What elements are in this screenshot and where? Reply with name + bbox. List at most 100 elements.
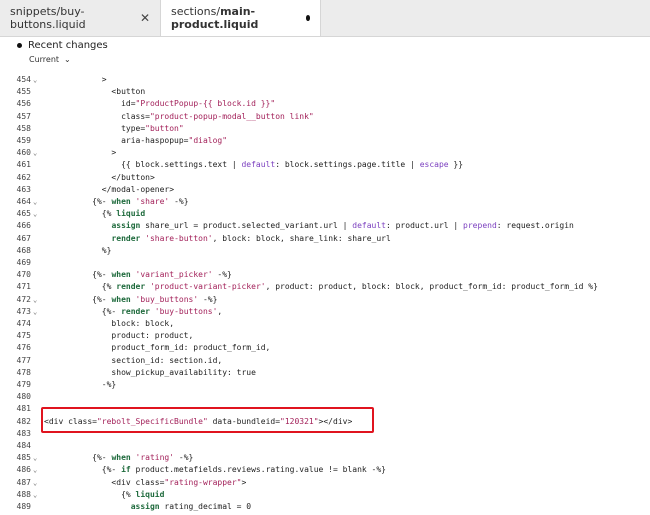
code-line[interactable]: 486 ⌄ {%- if product.metafields.reviews.r… xyxy=(0,464,650,476)
code-line[interactable]: 455 <button xyxy=(0,86,650,98)
code-text: {%- when 'share' -%} xyxy=(44,197,189,206)
code-line[interactable]: 479 -%} xyxy=(0,379,650,391)
code-text: show_pickup_availability: true xyxy=(44,367,256,377)
line-number: 489 xyxy=(16,502,31,511)
code-text: section_id: section.id, xyxy=(44,355,223,365)
code-line[interactable]: 469 xyxy=(0,257,650,269)
code-line[interactable]: 483 xyxy=(0,428,650,440)
line-number: 467 xyxy=(16,233,31,243)
code-text: > xyxy=(44,75,107,84)
line-number: 486 xyxy=(16,465,31,475)
code-text: product_form_id: product_form_id, xyxy=(44,343,271,353)
code-line[interactable]: 454 ⌄ > xyxy=(0,74,650,86)
code-text: <div class="rebolt_SpecificBundle" data-… xyxy=(44,416,353,426)
fold-chevron-icon[interactable]: ⌄ xyxy=(33,464,37,476)
recent-changes-title: Recent changes xyxy=(17,40,108,51)
code-line[interactable]: 461 {{ block.settings.text | default: bl… xyxy=(0,159,650,171)
fold-chevron-icon[interactable]: ⌄ xyxy=(33,477,37,489)
editor-tab-bar: snippets/buy-buttons.liquid ✕ sections/m… xyxy=(0,0,650,37)
line-number: 480 xyxy=(16,392,31,402)
line-number: 477 xyxy=(16,355,31,365)
tab-main-product[interactable]: sections/main-product.liquid xyxy=(161,0,321,36)
code-line[interactable]: 466 assign share_url = product.selected_… xyxy=(0,220,650,232)
code-line[interactable]: 460 ⌄ > xyxy=(0,147,650,159)
code-line[interactable]: 467 render 'share-button', block: block,… xyxy=(0,233,650,245)
line-number: 478 xyxy=(16,367,31,377)
line-number: 455 xyxy=(16,87,31,97)
line-number: 475 xyxy=(16,331,31,341)
code-text: <button xyxy=(44,87,146,97)
fold-chevron-icon[interactable]: ⌄ xyxy=(33,489,37,501)
code-line[interactable]: 474 block: block, xyxy=(0,318,650,330)
fold-chevron-icon[interactable]: ⌄ xyxy=(33,74,37,86)
line-number: 488 xyxy=(16,489,31,499)
code-line[interactable]: 476 product_form_id: product_form_id, xyxy=(0,342,650,354)
line-number: 464 xyxy=(16,197,31,206)
line-number: 454 xyxy=(16,75,31,84)
code-text: {%- when 'rating' -%} xyxy=(44,453,194,463)
code-line[interactable]: 487 ⌄ <div class="rating-wrapper"> xyxy=(0,477,650,489)
tab-buy-buttons[interactable]: snippets/buy-buttons.liquid ✕ xyxy=(0,0,161,36)
line-number: 458 xyxy=(16,123,31,133)
code-text: assign rating_decimal = 0 xyxy=(130,502,252,511)
code-line[interactable]: 457 class="product-popup-modal__button l… xyxy=(0,111,650,123)
code-text: {% liquid xyxy=(44,489,165,499)
line-number: 476 xyxy=(16,343,31,353)
fold-chevron-icon[interactable]: ⌄ xyxy=(33,147,37,159)
code-line[interactable]: 473 ⌄ {%- render 'buy-buttons', xyxy=(0,306,650,318)
code-line[interactable]: 488 ⌄ {% liquid xyxy=(0,489,650,501)
code-text: {%- if product.metafields.reviews.rating… xyxy=(44,465,386,475)
version-dropdown[interactable]: Current ⌄ xyxy=(29,55,71,64)
code-line[interactable]: 489 assign rating_decimal = 0 xyxy=(0,501,650,513)
code-line[interactable]: 484 xyxy=(0,440,650,452)
line-number: 459 xyxy=(16,136,31,145)
code-line[interactable]: 471 {% render 'product-variant-picker', … xyxy=(0,281,650,293)
line-number: 461 xyxy=(16,160,31,170)
code-line[interactable]: 475 product: product, xyxy=(0,330,650,342)
bullet-icon xyxy=(17,43,22,48)
code-line[interactable]: 456 id="ProductPopup-{{ block.id }}" xyxy=(0,98,650,110)
code-text: -%} xyxy=(44,380,117,389)
fold-chevron-icon[interactable]: ⌄ xyxy=(33,208,37,220)
close-icon[interactable]: ✕ xyxy=(140,11,150,25)
fold-chevron-icon[interactable]: ⌄ xyxy=(33,452,37,464)
code-text: {% liquid xyxy=(44,209,146,219)
line-number: 483 xyxy=(16,428,31,438)
code-line[interactable]: 470 {%- when 'variant_picker' -%} xyxy=(0,269,650,281)
code-line[interactable]: 481 xyxy=(0,403,650,415)
code-line[interactable]: 480 xyxy=(0,391,650,403)
code-line[interactable]: 462 </button> xyxy=(0,172,650,184)
code-line[interactable]: 478 show_pickup_availability: true xyxy=(0,367,650,379)
code-line[interactable]: 477 section_id: section.id, xyxy=(0,355,650,367)
code-line[interactable]: 465 ⌄ {% liquid xyxy=(0,208,650,220)
line-number: 469 xyxy=(16,258,31,267)
code-line[interactable]: 472 ⌄ {%- when 'buy_buttons' -%} xyxy=(0,294,650,306)
line-number: 474 xyxy=(16,319,31,328)
code-text: {%- when 'variant_picker' -%} xyxy=(44,270,232,280)
line-number: 463 xyxy=(16,184,31,194)
code-text: </button> xyxy=(44,172,155,182)
code-text: product: product, xyxy=(44,331,194,341)
code-text: </modal-opener> xyxy=(44,184,175,194)
fold-chevron-icon[interactable]: ⌄ xyxy=(33,196,37,208)
line-number: 484 xyxy=(16,441,31,450)
code-text: class="product-popup-modal__button link" xyxy=(44,111,314,121)
code-text: {%- render 'buy-buttons', xyxy=(44,306,223,316)
code-line[interactable]: 468 %} xyxy=(0,245,650,257)
code-line[interactable]: 458 type="button" xyxy=(0,123,650,135)
code-line[interactable]: 485 ⌄ {%- when 'rating' -%} xyxy=(0,452,650,464)
line-number: 462 xyxy=(16,172,31,182)
fold-chevron-icon[interactable]: ⌄ xyxy=(33,306,37,318)
code-text: id="ProductPopup-{{ block.id }}" xyxy=(44,99,276,109)
code-text: {%- when 'buy_buttons' -%} xyxy=(44,294,218,304)
line-number: 466 xyxy=(16,221,31,231)
fold-chevron-icon[interactable]: ⌄ xyxy=(33,294,37,306)
tab-label: sections/main-product.liquid xyxy=(171,5,259,31)
code-text: {% render 'product-variant-picker', prod… xyxy=(44,282,598,292)
code-line[interactable]: 464 ⌄ {%- when 'share' -%} xyxy=(0,196,650,208)
code-line[interactable]: 482 <div class="rebolt_SpecificBundle" da… xyxy=(0,416,650,428)
code-text: render 'share-button', block: block, sha… xyxy=(111,233,391,243)
code-line[interactable]: 459 aria-haspopup="dialog" xyxy=(0,135,650,147)
code-line[interactable]: 463 </modal-opener> xyxy=(0,184,650,196)
code-editor[interactable]: 454 ⌄ >455 <button 456 id="ProductPopup-{{… xyxy=(0,70,650,515)
